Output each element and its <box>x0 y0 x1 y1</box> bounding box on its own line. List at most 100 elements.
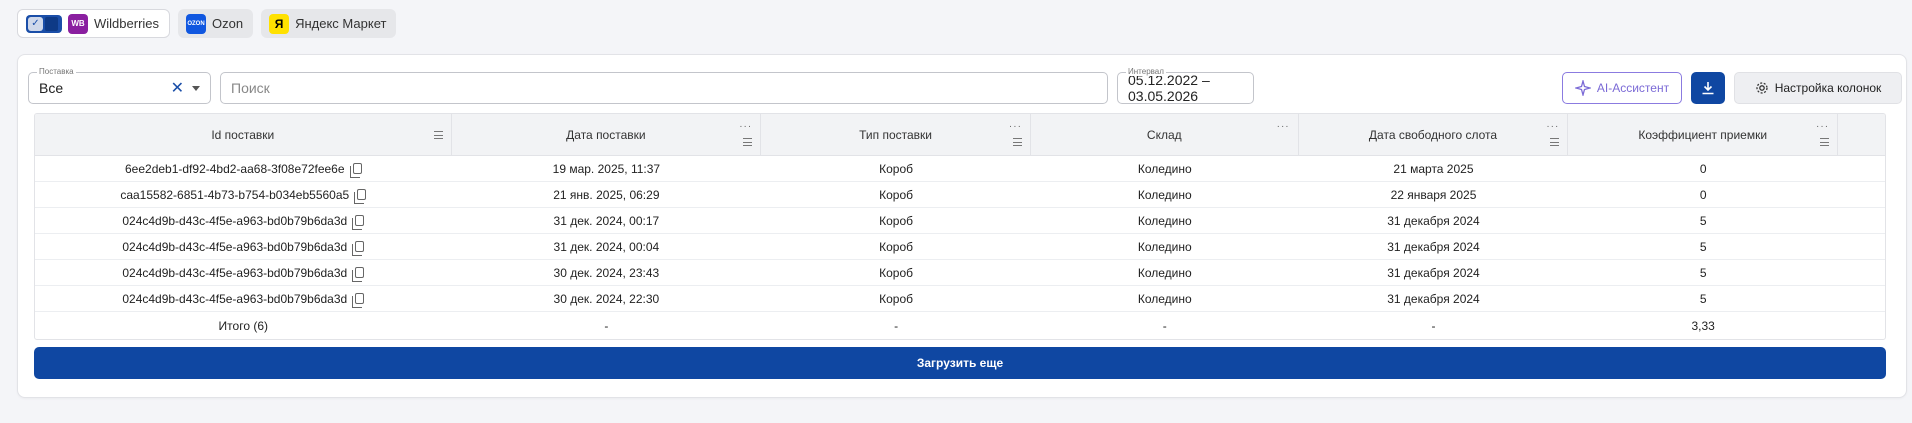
cell-free-slot-date: 22 января 2025 <box>1390 187 1477 202</box>
supplies-panel: Поставка Все ✕ Интервал 05.12.2022 – 03.… <box>17 54 1907 398</box>
cell-free-slot-date: 31 декабря 2024 <box>1387 239 1480 254</box>
column-menu-icon[interactable] <box>743 138 753 146</box>
sparkle-icon <box>1574 80 1591 96</box>
copy-icon[interactable] <box>349 163 362 178</box>
supply-select-label: Поставка <box>37 67 76 76</box>
cell-free-slot-date: 31 декабря 2024 <box>1387 291 1480 306</box>
cell-supply-type: Короб <box>879 291 914 306</box>
totals-cell: - <box>1162 318 1167 333</box>
marketplace-label: Яндекс Маркет <box>295 16 387 31</box>
cell-supply-date: 31 дек. 2024, 00:17 <box>553 213 660 228</box>
totals-cell: - <box>894 318 899 333</box>
clear-icon[interactable]: ✕ <box>171 78 184 98</box>
marketplace-wildberries[interactable]: ✓ WB Wildberries <box>17 9 171 38</box>
check-icon: ✓ <box>28 16 43 31</box>
wildberries-logo-icon: WB <box>68 13 88 34</box>
download-icon <box>1702 82 1714 95</box>
table-header: Id поставки Дата поставки ··· Тип постав… <box>35 114 1885 156</box>
interval-label: Интервал <box>1126 67 1166 76</box>
marketplace-label: Ozon <box>212 16 244 31</box>
yandex-market-logo-icon: Я <box>269 13 290 34</box>
cell-supply-id: 024c4d9b-d43c-4f5e-a963-bd0b79b6da3d <box>35 234 452 259</box>
cell-acceptance-coefficient: 0 <box>1699 161 1707 176</box>
copy-icon[interactable] <box>352 293 365 308</box>
ozon-logo-icon: OZON <box>186 13 207 34</box>
column-settings-button[interactable]: Настройка колонок <box>1734 72 1902 104</box>
column-header-warehouse[interactable]: Склад ··· <box>1031 114 1299 155</box>
table-row[interactable]: 024c4d9b-d43c-4f5e-a963-bd0b79b6da3d 30 д… <box>35 286 1885 312</box>
column-menu-icon[interactable] <box>433 131 443 139</box>
search-field[interactable] <box>220 72 1108 104</box>
download-button[interactable] <box>1691 72 1725 104</box>
cell-warehouse: Коледино <box>1137 239 1192 254</box>
totals-cell: - <box>1431 318 1436 333</box>
column-header-id[interactable]: Id поставки <box>35 114 452 155</box>
cell-warehouse: Коледино <box>1137 265 1192 280</box>
marketplace-ozon[interactable]: OZON Ozon <box>178 9 254 38</box>
cell-supply-id: 6ee2deb1-df92-4bd2-aa68-3f08e72fee6e <box>35 156 452 181</box>
more-icon[interactable]: ··· <box>1277 121 1290 132</box>
marketplace-yandex-market[interactable]: Я Яндекс Маркет <box>261 9 397 38</box>
cell-supply-type: Короб <box>879 187 914 202</box>
cell-supply-id: 024c4d9b-d43c-4f5e-a963-bd0b79b6da3d <box>35 208 452 233</box>
interval-value: 05.12.2022 – 03.05.2026 <box>1128 72 1210 104</box>
table-row[interactable]: 024c4d9b-d43c-4f5e-a963-bd0b79b6da3d 31 д… <box>35 234 1885 260</box>
table-row[interactable]: 024c4d9b-d43c-4f5e-a963-bd0b79b6da3d 30 д… <box>35 260 1885 286</box>
column-menu-icon[interactable] <box>1820 138 1830 146</box>
column-menu-icon[interactable] <box>1550 138 1560 146</box>
marketplace-switcher: ✓ WB Wildberries OZON Ozon Я Яндекс Марк… <box>17 9 397 38</box>
cell-supply-date: 30 дек. 2024, 22:30 <box>553 291 660 306</box>
search-input[interactable] <box>231 80 1097 96</box>
supply-select[interactable]: Поставка Все ✕ <box>28 67 211 104</box>
column-header-coefficient[interactable]: Коэффициент приемки ··· <box>1568 114 1839 155</box>
cell-supply-date: 30 дек. 2024, 23:43 <box>553 265 660 280</box>
chevron-down-icon[interactable] <box>192 85 200 91</box>
copy-icon[interactable] <box>354 189 367 204</box>
cell-supply-type: Короб <box>879 239 914 254</box>
cell-supply-id: caa15582-6851-4b73-b754-b034eb5560a5 <box>35 182 452 207</box>
table-row[interactable]: caa15582-6851-4b73-b754-b034eb5560a5 21 я… <box>35 182 1885 208</box>
totals-cell: - <box>604 318 609 333</box>
cell-supply-id: 024c4d9b-d43c-4f5e-a963-bd0b79b6da3d <box>35 286 452 311</box>
marketplace-toggle[interactable]: ✓ <box>26 14 62 33</box>
cell-acceptance-coefficient: 5 <box>1699 265 1707 280</box>
cell-warehouse: Коледино <box>1137 161 1192 176</box>
cell-free-slot-date: 31 декабря 2024 <box>1387 265 1480 280</box>
column-settings-label: Настройка колонок <box>1774 81 1882 95</box>
table-row[interactable]: 6ee2deb1-df92-4bd2-aa68-3f08e72fee6e 19 м… <box>35 156 1885 182</box>
load-more-button[interactable]: Загрузить еще <box>34 347 1886 379</box>
copy-icon[interactable] <box>352 267 365 282</box>
ai-assistant-label: AI-Ассистент <box>1596 81 1670 95</box>
more-icon[interactable]: ··· <box>739 121 752 132</box>
cell-supply-date: 31 дек. 2024, 00:04 <box>553 239 660 254</box>
cell-supply-type: Короб <box>879 161 914 176</box>
ai-assistant-button[interactable]: AI-Ассистент <box>1562 72 1682 104</box>
cell-acceptance-coefficient: 0 <box>1699 187 1707 202</box>
cell-supply-id: 024c4d9b-d43c-4f5e-a963-bd0b79b6da3d <box>35 260 452 285</box>
cell-free-slot-date: 21 марта 2025 <box>1393 161 1474 176</box>
cell-supply-date: 19 мар. 2025, 11:37 <box>552 161 661 176</box>
column-menu-icon[interactable] <box>1012 138 1022 146</box>
more-icon[interactable]: ··· <box>1546 121 1559 132</box>
column-header-free-slot[interactable]: Дата свободного слота ··· <box>1299 114 1569 155</box>
cell-warehouse: Коледино <box>1137 187 1192 202</box>
cell-acceptance-coefficient: 5 <box>1699 239 1707 254</box>
table-row[interactable]: 024c4d9b-d43c-4f5e-a963-bd0b79b6da3d 31 д… <box>35 208 1885 234</box>
cell-acceptance-coefficient: 5 <box>1699 213 1707 228</box>
column-header-date[interactable]: Дата поставки ··· <box>452 114 762 155</box>
interval-picker[interactable]: Интервал 05.12.2022 – 03.05.2026 <box>1117 67 1254 104</box>
cell-warehouse: Коледино <box>1137 213 1192 228</box>
cell-supply-type: Короб <box>879 213 914 228</box>
totals-label: Итого (6) <box>218 318 268 333</box>
gear-icon <box>1756 82 1768 94</box>
column-header-type[interactable]: Тип поставки ··· <box>761 114 1031 155</box>
cell-acceptance-coefficient: 5 <box>1699 291 1707 306</box>
more-icon[interactable]: ··· <box>1009 121 1022 132</box>
copy-icon[interactable] <box>352 215 365 230</box>
cell-warehouse: Коледино <box>1137 291 1192 306</box>
copy-icon[interactable] <box>352 241 365 256</box>
cell-supply-type: Короб <box>879 265 914 280</box>
more-icon[interactable]: ··· <box>1816 121 1829 132</box>
supply-select-value: Все <box>39 80 64 96</box>
supplies-table: Id поставки Дата поставки ··· Тип постав… <box>34 113 1886 340</box>
